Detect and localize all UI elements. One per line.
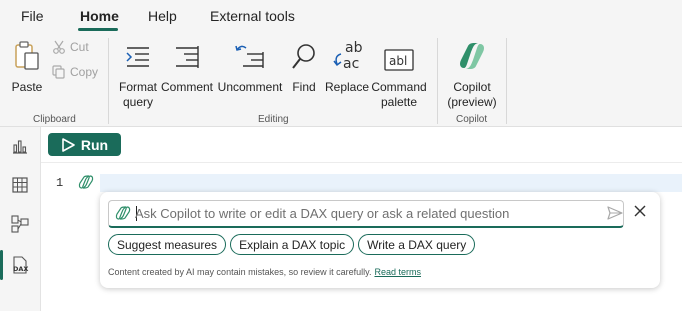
copilot-ribbon-button[interactable]: Copilot (preview) (446, 40, 498, 110)
clipboard-group-label: Clipboard (33, 114, 76, 125)
cut-button[interactable]: Cut (52, 40, 89, 54)
copy-button[interactable]: Copy (52, 65, 98, 79)
ai-disclaimer: Content created by AI may contain mistak… (108, 267, 421, 277)
line-number: 1 (56, 176, 64, 190)
uncomment-label: Uncomment (217, 80, 283, 94)
paste-label: Paste (11, 80, 43, 94)
run-button[interactable]: Run (48, 133, 121, 156)
find-button[interactable]: Find (288, 40, 320, 95)
replace-button[interactable]: ab ac Replace (324, 40, 370, 95)
table-view-icon[interactable] (0, 166, 40, 204)
menu-help[interactable]: Help (148, 8, 177, 24)
paste-icon (12, 40, 42, 72)
dax-label: DAX (13, 265, 28, 273)
ribbon: Paste Cut Copy Clipboard Format query Co… (0, 32, 682, 127)
find-icon (289, 40, 319, 72)
run-label: Run (80, 136, 109, 153)
menu-home[interactable]: Home (80, 8, 119, 24)
view-switcher-rail: DAX (0, 127, 41, 311)
copilot-label-2: (preview) (447, 95, 497, 109)
command-palette-label-2: palette (380, 95, 418, 109)
comment-icon (172, 40, 202, 72)
active-tab-indicator (78, 28, 118, 31)
format-query-icon (123, 40, 153, 72)
svg-text:ab: ab (345, 40, 363, 56)
editing-group-label: Editing (258, 114, 289, 125)
close-icon[interactable] (633, 204, 647, 218)
send-icon[interactable] (607, 206, 623, 220)
report-view-icon[interactable] (0, 127, 40, 165)
format-query-label-1: Format (118, 80, 157, 94)
menu-external-tools[interactable]: External tools (210, 8, 295, 24)
read-terms-link[interactable]: Read terms (374, 267, 421, 277)
copilot-prompt-input[interactable] (135, 204, 595, 222)
copilot-icon (456, 40, 488, 72)
ribbon-separator (108, 38, 109, 124)
menu-file[interactable]: File (21, 8, 44, 24)
comment-label: Comment (160, 80, 213, 94)
comment-button[interactable]: Comment (160, 40, 214, 95)
ribbon-separator (437, 38, 438, 124)
copy-icon (52, 65, 65, 79)
replace-icon: ab ac (331, 40, 363, 72)
disclaimer-text: Content created by AI may contain mistak… (108, 267, 372, 277)
svg-text:ac: ac (343, 56, 359, 72)
current-line-highlight (100, 174, 682, 192)
command-palette-label-1: Command (371, 80, 427, 94)
cut-icon (53, 40, 65, 54)
command-palette-icon: abl (384, 40, 414, 72)
uncomment-icon (233, 40, 267, 72)
explain-dax-topic-chip[interactable]: Explain a DAX topic (230, 234, 355, 255)
copilot-label-1: Copilot (453, 80, 491, 94)
copilot-prompt-box (108, 200, 624, 228)
menu-bar: File Home Help External tools (0, 0, 682, 32)
ribbon-separator (506, 38, 507, 124)
copilot-group-label: Copilot (456, 114, 488, 125)
suggestion-chips: Suggest measures Explain a DAX topic Wri… (108, 234, 479, 255)
copilot-inline-panel: Suggest measures Explain a DAX topic Wri… (100, 192, 660, 288)
cut-label: Cut (70, 40, 89, 54)
uncomment-button[interactable]: Uncomment (214, 40, 286, 95)
find-label: Find (292, 80, 316, 94)
suggest-measures-chip[interactable]: Suggest measures (108, 234, 227, 255)
copilot-gutter-icon[interactable] (78, 175, 94, 189)
copilot-icon (115, 206, 131, 220)
format-query-button[interactable]: Format query (116, 40, 160, 110)
model-view-icon[interactable] (0, 205, 40, 243)
write-dax-query-chip[interactable]: Write a DAX query (358, 234, 476, 255)
toolbar-divider (41, 162, 682, 163)
play-icon (62, 137, 75, 152)
svg-text:abl: abl (389, 54, 407, 68)
dax-query-view-icon[interactable]: DAX (0, 246, 40, 284)
command-palette-button[interactable]: abl Command palette (370, 40, 428, 110)
format-query-label-2: query (122, 95, 154, 109)
paste-button[interactable]: Paste (10, 40, 44, 95)
copy-label: Copy (70, 65, 99, 79)
replace-label: Replace (324, 80, 370, 94)
